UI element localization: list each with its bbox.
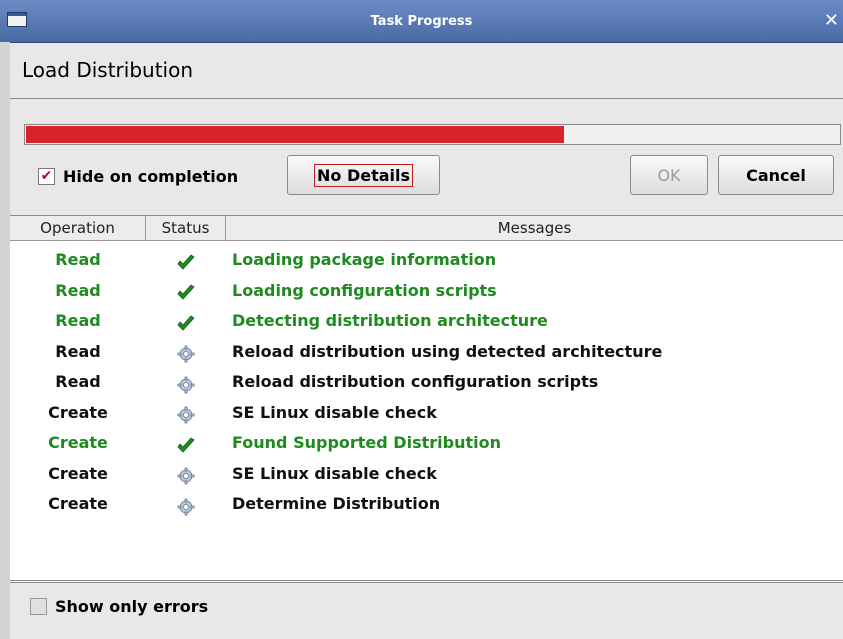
table-row[interactable]: Create Determine Distribution — [10, 489, 843, 519]
status-cell — [146, 337, 226, 367]
table-row[interactable]: Create Found Supported Distribution — [10, 428, 843, 458]
check-icon — [176, 282, 196, 300]
message-cell: Detecting distribution architecture — [232, 311, 548, 330]
status-cell — [146, 276, 226, 306]
title-bar: Task Progress ✕ — [0, 0, 843, 43]
check-icon — [176, 435, 196, 453]
no-details-button[interactable]: No Details — [287, 155, 440, 195]
operation-cell: Read — [55, 250, 101, 269]
operation-cell: Read — [55, 280, 101, 300]
operation-cell: Create — [48, 433, 108, 452]
table-row[interactable]: Create SE Linux disable check — [10, 459, 843, 489]
progress-fill — [26, 126, 564, 143]
status-cell — [146, 245, 226, 275]
status-cell — [146, 306, 226, 336]
message-cell: Loading package information — [232, 250, 497, 269]
message-cell: Loading configuration scripts — [232, 280, 497, 300]
page-title: Load Distribution — [22, 58, 194, 82]
gear-icon — [177, 404, 195, 424]
status-cell — [146, 398, 226, 428]
table-row[interactable]: Read Reload distribution using detected a… — [10, 337, 843, 367]
table-row[interactable]: Read Reload distribution configuration sc… — [10, 367, 843, 397]
messages-table: Operation Status Messages Read Loading pa… — [10, 215, 843, 583]
ok-button[interactable]: OK — [630, 155, 708, 195]
gear-icon — [177, 343, 195, 363]
status-cell — [146, 489, 226, 519]
column-header-messages[interactable]: Messages — [226, 216, 843, 240]
hide-on-completion-label: Hide on completion — [63, 166, 239, 186]
show-only-errors-checkbox[interactable]: Show only errors — [30, 597, 208, 616]
message-cell: Reload distribution using detected archi… — [232, 341, 663, 361]
divider — [10, 98, 843, 99]
status-cell — [146, 367, 226, 397]
show-only-errors-label: Show only errors — [55, 597, 209, 616]
operation-cell: Create — [48, 494, 108, 513]
progress-bar — [24, 124, 841, 145]
message-cell: SE Linux disable check — [232, 463, 437, 483]
operation-cell: Read — [55, 341, 101, 361]
cancel-button[interactable]: Cancel — [718, 155, 834, 195]
table-row[interactable]: Read Loading package information — [10, 245, 843, 275]
window-title: Task Progress — [370, 14, 473, 29]
window-left-edge — [0, 42, 10, 639]
check-icon — [176, 252, 196, 270]
message-cell: SE Linux disable check — [232, 402, 437, 422]
gear-icon — [177, 374, 195, 393]
message-cell: Found Supported Distribution — [232, 433, 501, 452]
message-cell: Reload distribution configuration script… — [232, 372, 599, 391]
close-icon[interactable]: ✕ — [824, 10, 839, 31]
gear-icon — [177, 496, 195, 515]
checkbox-box[interactable]: ✔ — [38, 167, 55, 185]
message-cell: Determine Distribution — [232, 494, 441, 513]
check-icon — [176, 313, 196, 331]
divider — [10, 580, 843, 581]
operation-cell: Read — [55, 372, 101, 391]
table-header: Operation Status Messages — [10, 216, 843, 241]
operation-cell: Read — [55, 311, 101, 330]
hide-on-completion-checkbox[interactable]: ✔ Hide on completion — [38, 165, 238, 187]
gear-icon — [177, 465, 195, 485]
column-header-operation[interactable]: Operation — [10, 216, 146, 240]
column-header-status[interactable]: Status — [146, 216, 226, 240]
operation-cell: Create — [48, 402, 108, 422]
no-details-label: No Details — [313, 163, 414, 187]
checkbox-box[interactable] — [30, 598, 47, 615]
operation-cell: Create — [48, 463, 108, 483]
table-row[interactable]: Create SE Linux disable check — [10, 398, 843, 428]
table-row[interactable]: Read Detecting distribution architecture — [10, 306, 843, 336]
status-cell — [146, 459, 226, 489]
status-cell — [146, 428, 226, 458]
table-row[interactable]: Read Loading configuration scripts — [10, 276, 843, 306]
